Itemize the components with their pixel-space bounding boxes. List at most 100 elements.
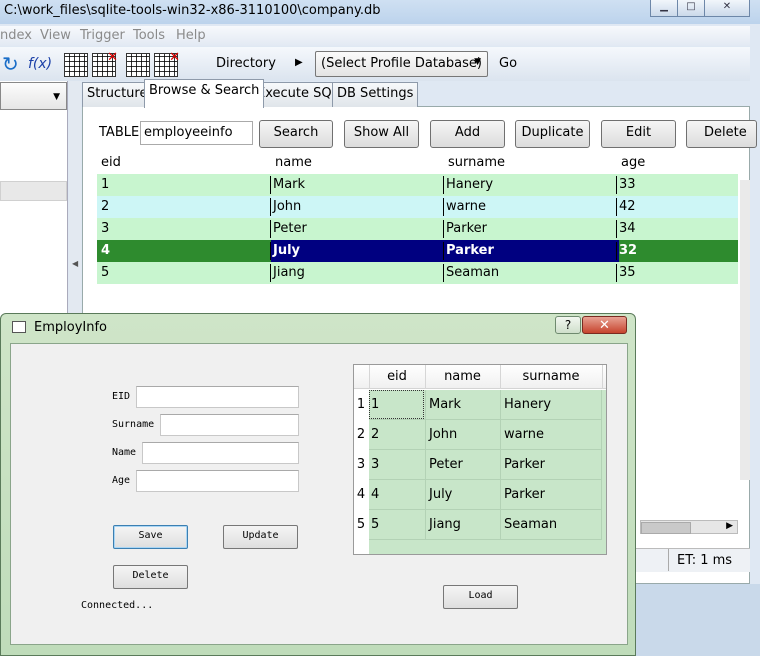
dialog-cell-eid[interactable]: 4 bbox=[371, 487, 379, 502]
dialog-cell-surname[interactable]: Parker bbox=[504, 457, 545, 472]
grid-cell-eid[interactable]: 4 bbox=[101, 243, 110, 258]
dialog-cell-eid[interactable]: 2 bbox=[371, 427, 379, 442]
dialog-cell-name[interactable]: July bbox=[429, 487, 452, 502]
eid-input[interactable] bbox=[136, 386, 299, 408]
dialog-cell-surname[interactable]: Seaman bbox=[504, 517, 557, 532]
menu-view[interactable]: View bbox=[40, 28, 71, 43]
grid-cell-age[interactable]: 33 bbox=[619, 177, 636, 192]
menu-help[interactable]: Help bbox=[176, 28, 206, 43]
tab-execute-sql[interactable]: Execute SQL bbox=[252, 82, 344, 107]
grid-cell-age[interactable]: 35 bbox=[619, 265, 636, 280]
vertical-scrollbar[interactable] bbox=[740, 180, 750, 480]
dialog-cell-name[interactable]: John bbox=[429, 427, 457, 442]
horizontal-scrollbar[interactable]: ▶ bbox=[640, 520, 738, 534]
profile-database-select[interactable]: (Select Profile Database) ▼ bbox=[315, 51, 488, 77]
grid-cell-age[interactable]: 42 bbox=[619, 199, 636, 214]
drop-table-icon[interactable]: ✕ bbox=[92, 50, 118, 77]
execute-function-icon[interactable]: ↻ bbox=[2, 53, 24, 75]
help-icon[interactable]: ? bbox=[555, 316, 581, 334]
show-all-button[interactable]: Show All bbox=[344, 120, 419, 148]
main-title-bar[interactable]: C:\work_files\sqlite-tools-win32-x86-311… bbox=[0, 0, 760, 24]
grid-cell-eid[interactable]: 3 bbox=[101, 221, 109, 236]
surname-input[interactable] bbox=[160, 414, 299, 436]
table-row[interactable]: 1 Mark Hanery 33 bbox=[97, 174, 738, 196]
save-button[interactable]: Save bbox=[113, 525, 188, 549]
collapse-arrow-icon[interactable]: ◀ bbox=[72, 259, 78, 268]
go-button[interactable]: Go bbox=[493, 51, 523, 77]
col-header-name[interactable]: name bbox=[275, 155, 312, 170]
grid-cell-eid[interactable]: 2 bbox=[101, 199, 109, 214]
grid-cell-eid[interactable]: 5 bbox=[101, 265, 109, 280]
row-number[interactable]: 4 bbox=[354, 480, 368, 510]
row-number[interactable]: 3 bbox=[354, 450, 368, 480]
menu-tools[interactable]: Tools bbox=[133, 28, 165, 43]
dialog-table-row[interactable]: 2 John warne bbox=[369, 420, 601, 450]
dialog-cell-name[interactable]: Mark bbox=[429, 397, 461, 412]
row-number[interactable]: 5 bbox=[354, 510, 368, 540]
grid-cell-surname[interactable]: warne bbox=[446, 199, 486, 214]
dialog-cell-surname[interactable]: Parker bbox=[504, 487, 545, 502]
grid-cell-age[interactable]: 32 bbox=[619, 243, 637, 258]
dialog-cell-name[interactable]: Jiang bbox=[429, 517, 461, 532]
dialog-close-icon[interactable]: ✕ bbox=[582, 316, 627, 334]
grid-cell-surname[interactable]: Hanery bbox=[446, 177, 493, 192]
grid-cell-name[interactable]: John bbox=[273, 199, 301, 214]
table-name-input[interactable]: employeeinfo bbox=[140, 121, 253, 145]
close-icon[interactable]: ✕ bbox=[704, 0, 750, 17]
load-button[interactable]: Load bbox=[443, 585, 518, 609]
scroll-right-icon[interactable]: ▶ bbox=[726, 521, 733, 531]
dlg-col-name[interactable]: name bbox=[425, 369, 500, 384]
grid-cell-name[interactable]: Jiang bbox=[273, 265, 305, 280]
maximize-icon[interactable]: □ bbox=[677, 0, 705, 17]
table-row[interactable]: 2 John warne 42 bbox=[97, 196, 738, 218]
fx-icon[interactable]: f(x) bbox=[28, 53, 52, 75]
grid-cell-name[interactable]: Mark bbox=[273, 177, 305, 192]
grid-cell-surname[interactable]: Seaman bbox=[446, 265, 499, 280]
age-input[interactable] bbox=[136, 470, 299, 492]
dialog-cell-eid[interactable]: 3 bbox=[371, 457, 379, 472]
left-panel-selected-item[interactable] bbox=[0, 181, 67, 201]
col-header-age[interactable]: age bbox=[621, 155, 645, 170]
create-table-icon[interactable] bbox=[64, 53, 88, 77]
col-header-eid[interactable]: eid bbox=[101, 155, 121, 170]
edit-button[interactable]: Edit bbox=[601, 120, 676, 148]
table-row[interactable]: 3 Peter Parker 34 bbox=[97, 218, 738, 240]
table-row[interactable]: 5 Jiang Seaman 35 bbox=[97, 262, 738, 284]
delete-button[interactable]: Delete bbox=[686, 120, 757, 148]
dialog-delete-button[interactable]: Delete bbox=[113, 565, 188, 589]
dialog-table-row[interactable]: 5 Jiang Seaman bbox=[369, 510, 601, 540]
duplicate-button[interactable]: Duplicate bbox=[515, 120, 590, 148]
dialog-cell-surname[interactable]: warne bbox=[504, 427, 544, 442]
dialog-table-row[interactable]: 4 July Parker bbox=[369, 480, 601, 510]
grid-cell-name[interactable]: Peter bbox=[273, 221, 307, 236]
grid-cell-age[interactable]: 34 bbox=[619, 221, 636, 236]
row-number[interactable]: 1 bbox=[354, 390, 368, 420]
left-object-combo[interactable]: ▼ bbox=[0, 82, 67, 110]
dlg-col-eid[interactable]: eid bbox=[369, 369, 425, 384]
grid-cell-surname[interactable]: Parker bbox=[446, 221, 487, 236]
grid-cell-eid[interactable]: 1 bbox=[101, 177, 109, 192]
tab-db-settings[interactable]: DB Settings bbox=[332, 82, 419, 107]
tab-structure[interactable]: Structure bbox=[82, 82, 153, 107]
grid-cell-name[interactable]: July bbox=[273, 243, 300, 258]
create-view-icon[interactable] bbox=[126, 53, 150, 77]
tab-browse-search[interactable]: Browse & Search bbox=[144, 79, 265, 108]
dlg-col-surname[interactable]: surname bbox=[500, 369, 602, 384]
table-row[interactable]: 4 July Parker 32 bbox=[97, 240, 738, 262]
col-header-surname[interactable]: surname bbox=[448, 155, 505, 170]
drop-view-icon[interactable]: ✕ bbox=[154, 50, 180, 77]
directory-button[interactable]: Directory bbox=[196, 50, 310, 78]
grid-cell-surname[interactable]: Parker bbox=[446, 243, 494, 258]
row-number[interactable]: 2 bbox=[354, 420, 368, 450]
add-button[interactable]: Add bbox=[430, 120, 505, 148]
menu-index[interactable]: ndex bbox=[0, 28, 32, 43]
update-button[interactable]: Update bbox=[223, 525, 298, 549]
menu-trigger[interactable]: Trigger bbox=[80, 28, 125, 43]
minimize-icon[interactable]: ▁ bbox=[650, 0, 678, 17]
dialog-cell-surname[interactable]: Hanery bbox=[504, 397, 551, 412]
name-input[interactable] bbox=[142, 442, 299, 464]
search-button[interactable]: Search bbox=[259, 120, 333, 148]
dialog-cell-name[interactable]: Peter bbox=[429, 457, 463, 472]
dialog-table-row[interactable]: 3 Peter Parker bbox=[369, 450, 601, 480]
dialog-cell-eid[interactable]: 5 bbox=[371, 517, 379, 532]
